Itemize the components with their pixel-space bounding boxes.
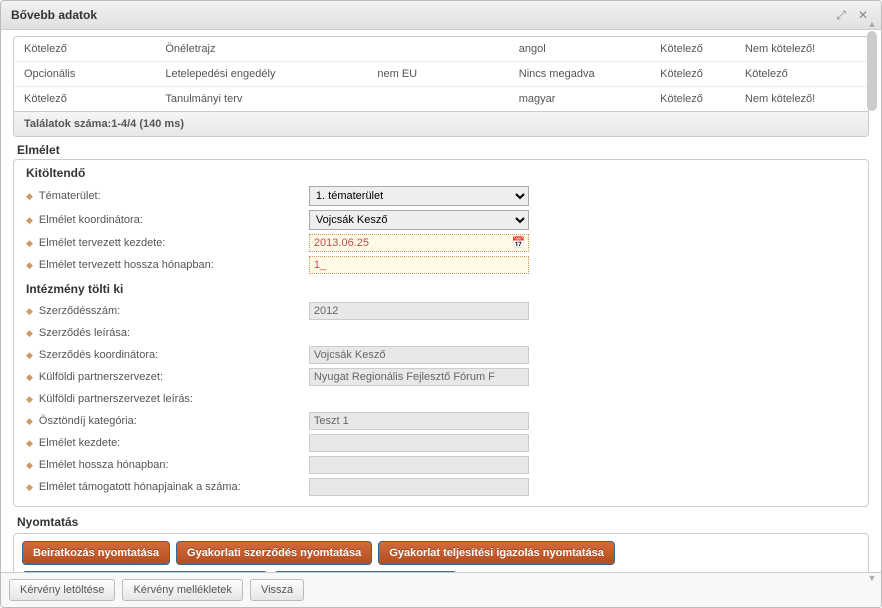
titlebar: Bővebb adatok ⤢ ✕ <box>1 1 881 30</box>
bullet-icon: ◆ <box>26 306 33 317</box>
szerzodesszam-label: Szerződésszám: <box>39 305 309 317</box>
osztondij-label: Ösztöndíj kategória: <box>39 415 309 427</box>
szerzkoord-field: Vojcsák Kesző <box>309 346 529 364</box>
bullet-icon: ◆ <box>26 238 33 249</box>
tematerulet-select[interactable]: 1. tématerület <box>309 186 529 206</box>
dialog-footer: Kérvény letöltése Kérvény mellékletek Vi… <box>1 572 881 607</box>
scroll-up-icon[interactable]: ▲ <box>867 19 877 29</box>
szerzodesszam-field: 2012 <box>309 302 529 320</box>
bullet-icon: ◆ <box>26 460 33 471</box>
table-row: Kötelező Tanulmányi terv magyar Kötelező… <box>14 87 868 111</box>
bullet-icon: ◆ <box>26 372 33 383</box>
dialog-window: Bővebb adatok ⤢ ✕ Kötelező Önéletrajz an… <box>0 0 882 608</box>
dialog-title: Bővebb adatok <box>11 8 827 22</box>
koordinator-label: Elmélet koordinátora: <box>39 214 309 226</box>
gyaktelj-button[interactable]: Gyakorlat teljesítési igazolás nyomtatás… <box>378 541 615 565</box>
section-nyomtatas-title: Nyomtatás <box>17 515 869 529</box>
kulfpartner-label: Külföldi partnerszervezet: <box>39 371 309 383</box>
bullet-icon: ◆ <box>26 482 33 493</box>
hossz-input[interactable] <box>309 256 529 274</box>
etamogat-field <box>309 478 529 496</box>
vissza-button[interactable]: Vissza <box>250 579 304 601</box>
maximize-icon[interactable]: ⤢ <box>833 7 849 23</box>
koordinator-select[interactable]: Vojcsák Kesző <box>309 210 529 230</box>
table-row: Opcionális Letelepedési engedély nem EU … <box>14 62 868 87</box>
documents-grid: Kötelező Önéletrajz angol Kötelező Nem k… <box>13 36 869 137</box>
bullet-icon: ◆ <box>26 260 33 271</box>
kervenymell-button[interactable]: Kérvény mellékletek <box>122 579 242 601</box>
etamogat-label: Elmélet támogatott hónapjainak a száma: <box>39 481 309 493</box>
ehossz-label: Elmélet hossza hónapban: <box>39 459 309 471</box>
hossz-label: Elmélet tervezett hossza hónapban: <box>39 259 309 271</box>
osztondij-field: Teszt 1 <box>309 412 529 430</box>
tematerulet-label: Tématerület: <box>39 190 309 202</box>
ehossz-field <box>309 456 529 474</box>
ekezdet-label: Elmélet kezdete: <box>39 437 309 449</box>
grid-footer: Találatok száma:1-4/4 (140 ms) <box>14 111 868 136</box>
bullet-icon: ◆ <box>26 416 33 427</box>
scroll-thumb[interactable] <box>867 31 877 111</box>
subsection-intezmeny-title: Intézmény tölti ki <box>26 282 860 296</box>
scrollbar[interactable]: ▲ ▼ <box>865 31 879 571</box>
ekezdet-field <box>309 434 529 452</box>
beiratkozas-button[interactable]: Beiratkozás nyomtatása <box>22 541 170 565</box>
subsection-kitoltendo-title: Kitöltendő <box>26 166 860 180</box>
szerzkoord-label: Szerződés koordinátora: <box>39 349 309 361</box>
bullet-icon: ◆ <box>26 394 33 405</box>
bullet-icon: ◆ <box>26 191 33 202</box>
section-elmelet-title: Elmélet <box>17 143 869 157</box>
bullet-icon: ◆ <box>26 350 33 361</box>
scroll-down-icon[interactable]: ▼ <box>867 573 877 583</box>
table-row: Kötelező Önéletrajz angol Kötelező Nem k… <box>14 37 868 62</box>
szerzleiras-label: Szerződés leírása: <box>39 327 309 339</box>
kezdet-input[interactable] <box>309 234 529 252</box>
kervenylet-button[interactable]: Kérvény letöltése <box>9 579 115 601</box>
kezdet-label: Elmélet tervezett kezdete: <box>39 237 309 249</box>
gyakszerz-button[interactable]: Gyakorlati szerződés nyomtatása <box>176 541 372 565</box>
kulfpartner-field: Nyugat Regionális Fejlesztő Fórum F <box>309 368 529 386</box>
calendar-icon[interactable]: 📅 <box>512 236 526 250</box>
section-elmelet: Kitöltendő ◆ Tématerület: 1. tématerület… <box>13 159 869 507</box>
section-nyomtatas: Beiratkozás nyomtatása Gyakorlati szerző… <box>13 533 869 572</box>
bullet-icon: ◆ <box>26 328 33 339</box>
bullet-icon: ◆ <box>26 215 33 226</box>
kulfpartnerleiras-label: Külföldi partnerszervezet leírás: <box>39 393 309 405</box>
bullet-icon: ◆ <box>26 438 33 449</box>
dialog-content: Kötelező Önéletrajz angol Kötelező Nem k… <box>1 30 881 572</box>
